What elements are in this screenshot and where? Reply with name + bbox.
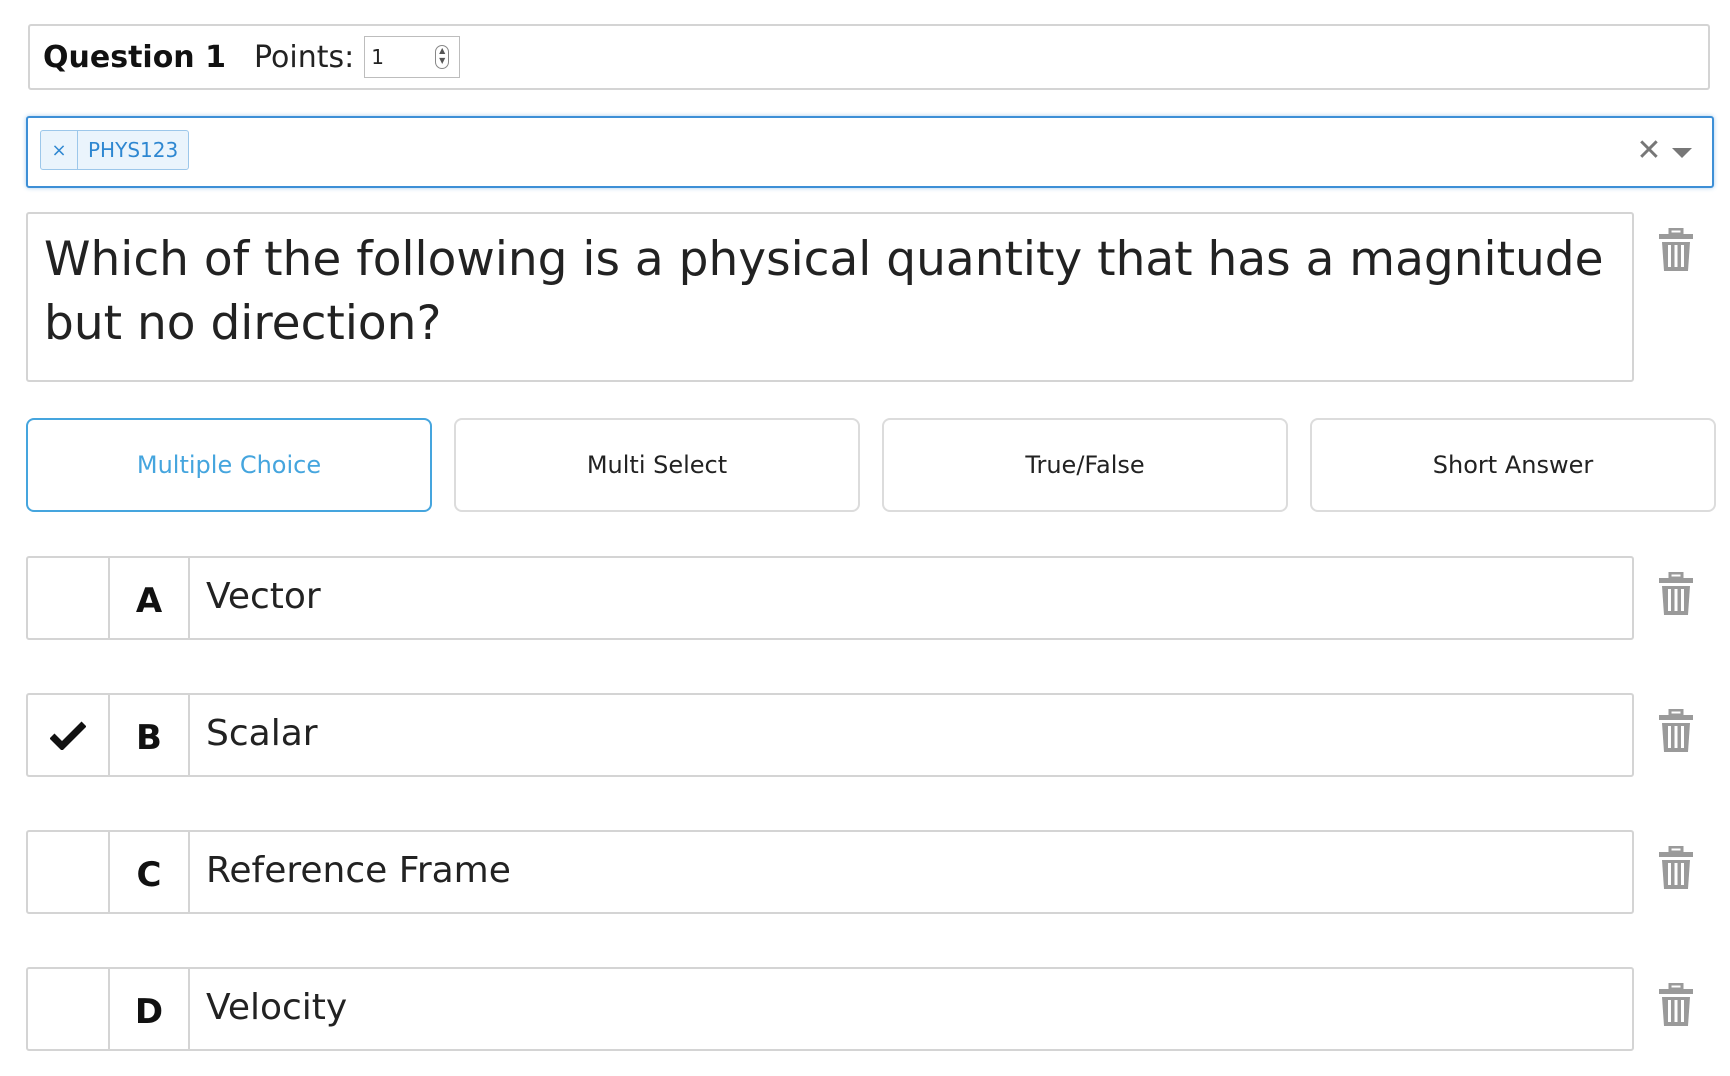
trash-icon[interactable] (1658, 709, 1694, 753)
answer-text-field[interactable]: Scalar (190, 695, 1632, 775)
points-value: 1 (371, 45, 384, 69)
trash-icon[interactable] (1658, 846, 1694, 890)
tag-chip: × PHYS123 (40, 130, 190, 170)
type-short-answer-button[interactable]: Short Answer (1310, 418, 1716, 512)
trash-icon[interactable] (1658, 228, 1694, 272)
correct-toggle[interactable] (28, 969, 110, 1049)
answer-text-field[interactable]: Vector (190, 558, 1632, 638)
trash-icon[interactable] (1658, 572, 1694, 616)
answer-letter: C (110, 832, 190, 912)
tag-remove-icon[interactable]: × (41, 131, 78, 169)
question-type-group: Multiple Choice Multi Select True/False … (26, 418, 1716, 514)
correct-toggle[interactable] (28, 832, 110, 912)
points-label: Points: (253, 39, 355, 75)
type-multiple-choice-button[interactable]: Multiple Choice (26, 418, 432, 512)
answer-text-field[interactable]: Reference Frame (190, 832, 1632, 912)
answer-row: D Velocity (26, 967, 1634, 1051)
type-true-false-button[interactable]: True/False (882, 418, 1288, 512)
tag-label: PHYS123 (88, 138, 179, 162)
caret-down-icon[interactable] (1672, 148, 1692, 158)
question-header: Question 1 Points: 1 ▲ ▼ (28, 24, 1710, 90)
close-icon[interactable]: ✕ (1634, 136, 1664, 166)
tag-selector[interactable]: × PHYS123 ✕ (26, 116, 1714, 188)
answer-row: A Vector (26, 556, 1634, 640)
answer-row: C Reference Frame (26, 830, 1634, 914)
answer-letter: D (110, 969, 190, 1049)
trash-icon[interactable] (1658, 983, 1694, 1027)
correct-toggle[interactable] (28, 695, 110, 775)
correct-toggle[interactable] (28, 558, 110, 638)
answer-letter: A (110, 558, 190, 638)
question-title: Question 1 (43, 39, 226, 75)
answer-row: B Scalar (26, 693, 1634, 777)
type-multi-select-button[interactable]: Multi Select (454, 418, 860, 512)
answer-letter: B (110, 695, 190, 775)
points-input[interactable]: 1 ▲ ▼ (364, 36, 461, 78)
question-text-field[interactable]: Which of the following is a physical qua… (26, 212, 1634, 382)
answer-text-field[interactable]: Velocity (190, 969, 1632, 1049)
spinner-icon[interactable]: ▲ ▼ (435, 45, 450, 69)
checkmark-icon (50, 721, 86, 750)
